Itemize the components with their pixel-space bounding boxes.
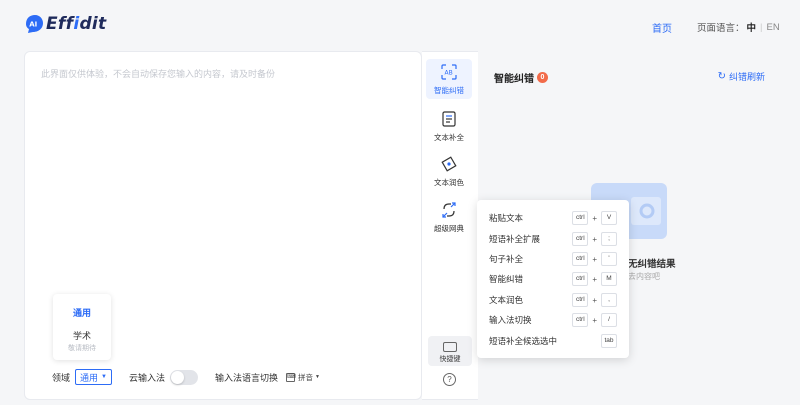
key-cap: ctrl bbox=[572, 272, 589, 286]
tool-smart-correction[interactable]: AB 智能纠错 bbox=[426, 59, 472, 99]
plus-sign: + bbox=[592, 234, 597, 244]
ime-language-select[interactable]: ⌨ 拼音 ▼ bbox=[286, 372, 320, 383]
ime-language-label: 输入法语言切换 bbox=[215, 372, 279, 383]
help-icon[interactable]: ? bbox=[443, 373, 456, 386]
shortcut-popup: 粘贴文本 ctrl + V 短语补全扩展 ctrl +; 句子补全 ctrl + ' 智能… bbox=[477, 200, 629, 358]
shortcut-keys: tab bbox=[601, 334, 617, 348]
editor-bottom-bar: 领域 通用 ▼ 云输入法 输入法语言切换 ⌨ 拼音 ▼ bbox=[52, 369, 320, 385]
cloud-ime-label: 云输入法 bbox=[128, 372, 165, 383]
key-cap: ctrl bbox=[572, 293, 589, 307]
language-switch: 页面语言： 中 | EN bbox=[697, 20, 780, 35]
shortcut-keys-button[interactable]: 快捷键 bbox=[428, 336, 472, 366]
shortcut-name: 短语补全扩展 bbox=[489, 234, 541, 244]
key-cap: ' bbox=[601, 252, 617, 266]
plus-sign: + bbox=[592, 315, 597, 325]
shortcut-name: 智能纠错 bbox=[489, 274, 524, 284]
svg-text:AI: AI bbox=[29, 21, 37, 29]
key-cap: V bbox=[601, 211, 617, 225]
key-cap: M bbox=[601, 272, 617, 286]
tool-label: 超级网典 bbox=[434, 224, 464, 233]
shortcut-name: 短语补全候选选中 bbox=[489, 336, 558, 346]
ai-scan-icon: AB bbox=[441, 64, 457, 80]
panel-title: 智能纠错 0 bbox=[494, 70, 548, 85]
shortcut-keys: ctrl +; bbox=[572, 232, 617, 246]
diamond-icon bbox=[441, 156, 457, 172]
key-cap: ; bbox=[601, 232, 617, 246]
shortcut-keys: ctrl + M bbox=[572, 272, 617, 286]
shortcut-keys: ctrl + V bbox=[572, 211, 617, 225]
shortcut-row: 输入法切换 ctrl + / bbox=[477, 311, 629, 329]
error-count-badge: 0 bbox=[537, 72, 548, 83]
logo[interactable]: AI Effidit bbox=[24, 14, 106, 34]
tool-label: 文本补全 bbox=[434, 133, 464, 142]
svg-text:AB: AB bbox=[445, 70, 453, 77]
domain-dropdown-menu: 通用 学术 敬请期待 bbox=[53, 294, 111, 360]
key-cap: ctrl bbox=[572, 313, 589, 327]
refresh-correction-button[interactable]: ↻ 纠错刷新 bbox=[718, 70, 765, 83]
empty-state-subtitle: 去内容吧 bbox=[628, 272, 660, 281]
shortcut-keys: ctrl +, bbox=[572, 293, 617, 307]
keyboard-icon: ⌨ bbox=[286, 372, 296, 382]
shortcut-row: 粘贴文本 ctrl + V bbox=[477, 209, 629, 227]
shortcut-row: 短语补全扩展 ctrl +; bbox=[477, 230, 629, 248]
refresh-icon: ↻ bbox=[717, 71, 726, 82]
shortcut-keys-label: 快捷键 bbox=[439, 356, 461, 363]
editor-placeholder: 此界面仅供体验，不会自动保存您输入的内容，请及时备份 bbox=[41, 69, 276, 79]
plus-sign: + bbox=[592, 274, 597, 284]
shortcut-row: 短语补全候选选中 tab bbox=[477, 332, 629, 350]
key-cap: , bbox=[601, 293, 617, 307]
document-icon bbox=[442, 111, 456, 127]
shortcut-row: 句子补全 ctrl + ' bbox=[477, 250, 629, 268]
domain-select[interactable]: 通用 ▼ bbox=[75, 369, 112, 385]
shortcut-keys: ctrl + / bbox=[572, 313, 617, 327]
shortcut-name: 句子补全 bbox=[489, 254, 524, 264]
nav-home-link[interactable]: 首页 bbox=[652, 20, 672, 35]
domain-option-general[interactable]: 通用 bbox=[53, 306, 111, 319]
tool-text-completion[interactable]: 文本补全 bbox=[426, 106, 472, 146]
chevron-down-icon: ▼ bbox=[315, 374, 320, 380]
language-divider: | bbox=[760, 21, 763, 33]
plus-sign: + bbox=[592, 295, 597, 305]
refresh-label: 纠错刷新 bbox=[728, 72, 765, 82]
shortcut-name: 粘贴文本 bbox=[489, 213, 524, 223]
language-en-option[interactable]: EN bbox=[767, 22, 780, 33]
domain-label: 领域 bbox=[52, 372, 71, 383]
keyboard-icon bbox=[443, 342, 457, 352]
empty-state-title: 无纠错结果 bbox=[628, 259, 676, 270]
expand-arrows-icon bbox=[442, 202, 456, 218]
domain-select-value: 通用 bbox=[80, 372, 99, 383]
shortcut-row: 智能纠错 ctrl + M bbox=[477, 270, 629, 288]
key-cap: / bbox=[601, 313, 617, 327]
chevron-down-icon: ▼ bbox=[101, 374, 107, 380]
key-cap: tab bbox=[601, 334, 617, 348]
plus-sign: + bbox=[592, 213, 597, 223]
shortcut-row: 文本润色 ctrl +, bbox=[477, 291, 629, 309]
panel-title-text: 智能纠错 bbox=[494, 74, 534, 85]
toggle-knob bbox=[171, 370, 184, 384]
top-header: AI Effidit 首页 页面语言： 中 | EN bbox=[0, 0, 800, 50]
tool-label: 文本润色 bbox=[434, 178, 464, 187]
shortcut-keys: ctrl + ' bbox=[572, 252, 617, 266]
logo-text: Effidit bbox=[46, 14, 107, 34]
logo-icon: AI bbox=[26, 15, 43, 33]
tool-text-polish[interactable]: 文本润色 bbox=[426, 151, 472, 191]
domain-option-academic[interactable]: 学术 bbox=[53, 329, 111, 342]
domain-option-academic-note: 敬请期待 bbox=[68, 345, 96, 352]
ime-language-value: 拼音 bbox=[298, 372, 314, 382]
tool-label: 智能纠错 bbox=[434, 86, 464, 95]
key-cap: ctrl bbox=[572, 252, 589, 266]
shortcut-name: 输入法切换 bbox=[489, 315, 532, 325]
key-cap: ctrl bbox=[572, 211, 589, 225]
cloud-ime-toggle[interactable] bbox=[170, 369, 198, 385]
key-cap: ctrl bbox=[572, 232, 589, 246]
shortcut-name: 文本润色 bbox=[489, 295, 524, 305]
language-zh-option[interactable]: 中 bbox=[747, 20, 757, 34]
plus-sign: + bbox=[592, 254, 597, 264]
language-label: 页面语言： bbox=[697, 23, 745, 34]
tool-sidebar: AB 智能纠错 文本补全 文本润色 超级网典 快捷键 ? bbox=[422, 51, 478, 400]
tool-super-dictionary[interactable]: 超级网典 bbox=[426, 197, 472, 237]
